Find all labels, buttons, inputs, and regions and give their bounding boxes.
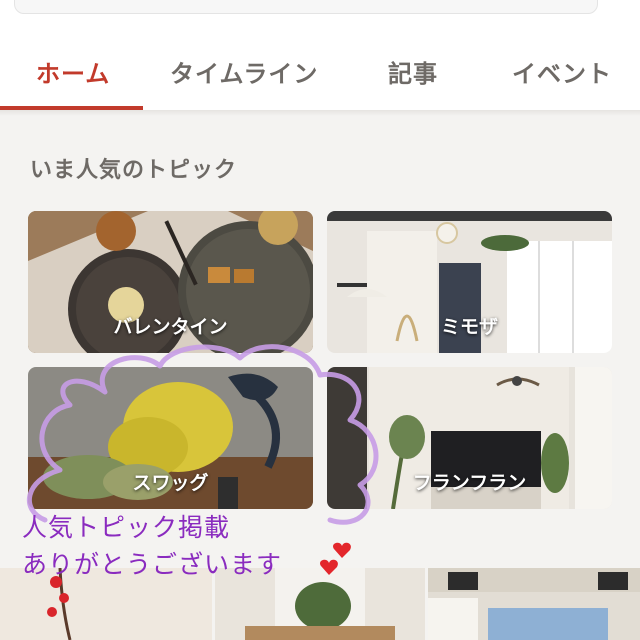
post-photo-3[interactable]: [428, 568, 640, 640]
topic-card-mimosa[interactable]: ミモザ: [327, 211, 612, 353]
tab-events[interactable]: イベント: [512, 54, 612, 94]
app-screen: ホーム タイムライン 記事 イベント いま人気のトピック バレンタイン ミモザ …: [0, 0, 640, 640]
tab-bar: ホーム タイムライン 記事 イベント: [0, 40, 640, 110]
topic-card-francfranc[interactable]: フランフラン: [327, 367, 612, 509]
topic-label: フランフラン: [412, 472, 527, 494]
topic-label: ミモザ: [440, 316, 498, 338]
overlay-caption-line2: ありがとうございます: [22, 550, 283, 579]
search-bar[interactable]: [14, 0, 598, 14]
topic-label: スワッグ: [132, 472, 209, 494]
heart-icon: [333, 542, 351, 558]
topic-label: バレンタイン: [113, 316, 228, 338]
topic-card-swag[interactable]: スワッグ: [28, 367, 313, 509]
tab-bar-shadow: [0, 110, 640, 116]
tab-timeline[interactable]: タイムライン: [170, 54, 318, 94]
tab-articles[interactable]: 記事: [388, 54, 438, 94]
overlay-caption-line1: 人気トピック掲載: [22, 513, 231, 542]
topic-card-valentine[interactable]: バレンタイン: [28, 211, 313, 353]
header: ホーム タイムライン 記事 イベント: [0, 0, 640, 110]
tab-home[interactable]: ホーム: [36, 54, 110, 94]
section-title: いま人気のトピック: [30, 158, 238, 183]
post-image: [428, 568, 640, 640]
